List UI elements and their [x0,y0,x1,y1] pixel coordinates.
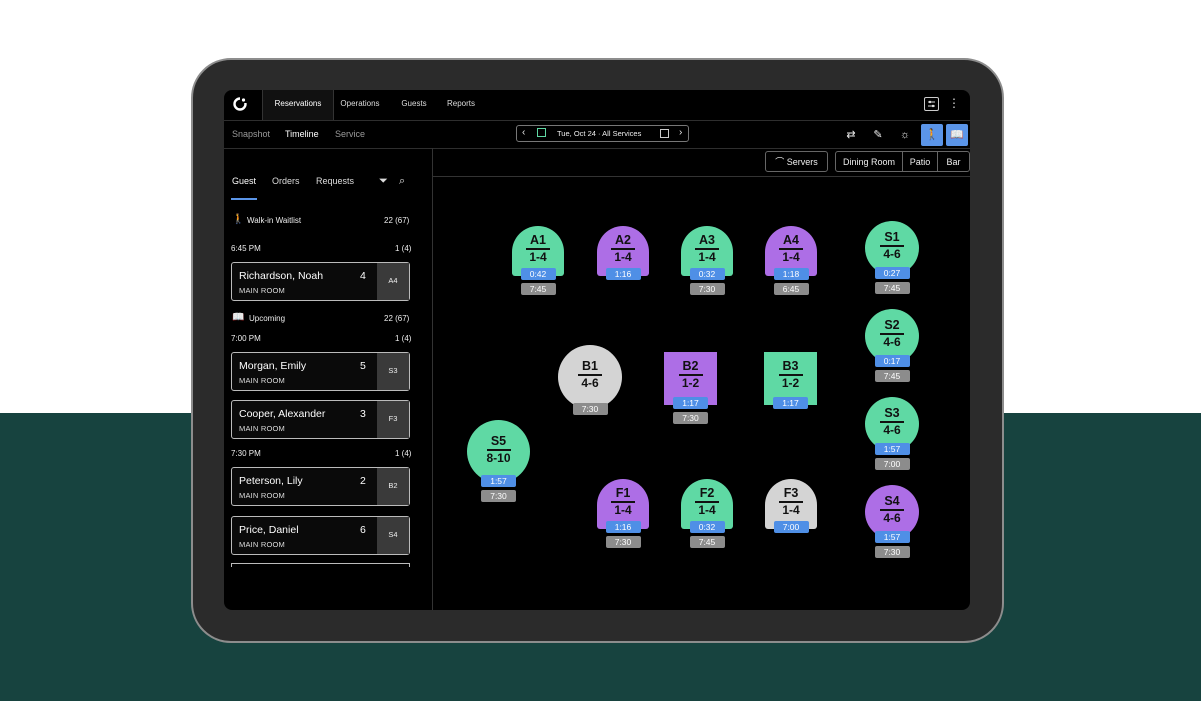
table-b1[interactable]: B1 4-6 [558,345,622,409]
table-capacity: 1-4 [614,502,632,517]
elapsed-time-badge: 0:42 [520,268,556,280]
table-capacity: 1-4 [782,502,800,517]
elapsed-time-badge: 1:16 [605,521,641,533]
next-reservation-badge: 7:30 [481,490,516,502]
table-name: S2 [884,318,900,332]
table-capacity: 4-6 [883,334,901,349]
elapsed-time-badge: 1:17 [773,397,808,409]
elapsed-time-badge: 1:57 [874,531,910,543]
next-reservation-badge: 7:45 [874,282,910,294]
table-name: S3 [884,406,900,420]
table-capacity: 8-10 [486,450,511,465]
table-name: S4 [884,494,900,508]
next-reservation-badge: 7:00 [874,458,910,470]
table-name: S5 [490,434,507,448]
elapsed-time-badge: 1:16 [605,268,641,280]
next-reservation-badge: 7:45 [689,536,725,548]
next-reservation-badge: 6:45 [773,283,809,295]
next-reservation-badge: 7:30 [689,283,725,295]
table-capacity: 1-4 [698,249,716,264]
elapsed-time-badge: 1:57 [874,443,910,455]
elapsed-time-badge: 1:17 [673,397,708,409]
table-name: F2 [699,486,715,500]
table-name: S1 [884,230,900,244]
table-capacity: 1-4 [698,502,716,517]
table-name: A4 [783,233,799,247]
table-name: F3 [783,486,799,500]
table-capacity: 4-6 [581,375,599,390]
next-reservation-badge: 7:30 [572,403,608,415]
table-capacity: 4-6 [883,422,901,437]
table-capacity: 1-2 [681,375,700,390]
elapsed-time-badge: 0:32 [689,268,725,280]
next-reservation-badge: 7:45 [874,370,910,382]
elapsed-time-badge: 1:18 [773,268,809,280]
table-capacity: 1-4 [782,249,800,264]
table-name: A3 [699,233,715,247]
elapsed-time-badge: 7:00 [773,521,809,533]
table-capacity: 1-4 [529,249,547,264]
table-s5[interactable]: S5 8-10 [467,420,530,483]
app-screen: Reservations Operations Guests Reports ⋮… [224,90,970,610]
table-capacity: 1-2 [781,375,800,390]
next-reservation-badge: 7:30 [605,536,641,548]
table-name: B3 [782,359,799,373]
elapsed-time-badge: 1:57 [481,475,516,487]
next-reservation-badge: 7:45 [520,283,556,295]
table-capacity: 4-6 [883,510,901,525]
table-capacity: 1-4 [614,249,632,264]
next-reservation-badge: 7:30 [673,412,708,424]
table-name: B2 [682,359,699,373]
table-capacity: 4-6 [883,246,901,261]
table-name: A1 [530,233,546,247]
floor-map: A1 1-4 0:42 7:45 A2 1-4 1:16 A3 1-4 0:32 7:30 A4 1-4… [224,90,970,610]
table-name: B1 [582,359,598,373]
elapsed-time-badge: 0:27 [874,267,910,279]
table-name: A2 [615,233,631,247]
table-name: F1 [615,486,631,500]
elapsed-time-badge: 0:17 [874,355,910,367]
elapsed-time-badge: 0:32 [689,521,725,533]
next-reservation-badge: 7:30 [874,546,910,558]
